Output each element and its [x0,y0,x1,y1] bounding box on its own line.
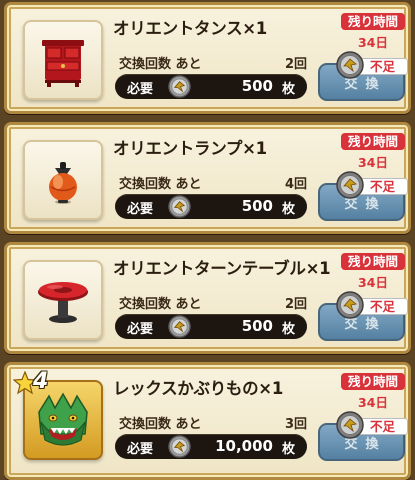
cost-label: 必要 [127,322,154,337]
shortage-label: 不足 [370,59,396,74]
time-remaining-badge: 残り時間 [341,373,405,390]
rarity-value: 4 [33,369,49,394]
cost-bar: 必要 10,000 枚 [115,434,307,459]
cost-label: 必要 [127,442,154,457]
cost-value: 500 [241,317,273,335]
exchange-remaining-label: 交換回数 あと [119,57,202,72]
medal-coin-icon [168,195,191,218]
cost-label: 必要 [127,82,154,97]
item-name: オリエントランプ×1 [113,139,267,158]
exchange-item-card[interactable]: 4 レックスかぶりもの×1 交換回数 あと 3回 必要 10,000 枚 残り時… [4,362,411,480]
time-remaining-value: 34日 [358,275,388,290]
shortage-label: 不足 [370,299,396,314]
orient-lamp-icon [49,162,77,204]
exchange-remaining-count: 2回 [284,57,307,72]
medal-coin-icon [336,51,364,79]
cost-bar: 必要 500 枚 [115,74,307,99]
cost-unit: 枚 [281,442,295,457]
item-thumbnail[interactable] [23,140,103,220]
exchange-remaining-label: 交換回数 あと [119,177,202,192]
exchange-remaining-label: 交換回数 あと [119,297,202,312]
cost-value: 500 [241,197,273,215]
medal-coin-icon [336,171,364,199]
cost-unit: 枚 [281,82,295,97]
item-name: レックスかぶりもの×1 [113,379,284,398]
shortage-label: 不足 [370,419,396,434]
exchange-list: オリエントタンス×1 交換回数 あと 2回 必要 500 枚 残り時間 34日 … [0,0,415,480]
shortage-indicator: 不足 [336,51,408,79]
exchange-item-card[interactable]: オリエントランプ×1 交換回数 あと 4回 必要 500 枚 残り時間 34日 … [4,122,411,234]
exchange-item-card[interactable]: オリエントターンテーブル×1 交換回数 あと 2回 必要 500 枚 残り時間 … [4,242,411,354]
cost-unit: 枚 [281,322,295,337]
cost-label: 必要 [127,202,154,217]
exchange-remaining-count: 2回 [284,297,307,312]
time-remaining-badge: 残り時間 [341,253,405,270]
exchange-remaining-label: 交換回数 あと [119,417,202,432]
shortage-indicator: 不足 [336,171,408,199]
time-remaining-badge: 残り時間 [341,133,405,150]
rarity-star-badge: 4 [13,369,55,399]
exchange-remaining-count: 4回 [284,177,307,192]
medal-coin-icon [336,411,364,439]
medal-coin-icon [168,75,191,98]
cost-unit: 枚 [281,202,295,217]
item-thumbnail[interactable] [23,260,103,340]
medal-coin-icon [168,435,191,458]
shortage-indicator: 不足 [336,411,408,439]
item-name: オリエントタンス×1 [113,19,267,38]
shortage-indicator: 不足 [336,291,408,319]
cost-bar: 必要 500 枚 [115,314,307,339]
cost-value: 500 [241,77,273,95]
red-turntable-icon [38,282,88,323]
exchange-remaining-count: 3回 [284,417,307,432]
time-remaining-value: 34日 [358,35,388,50]
medal-coin-icon [168,315,191,338]
cost-bar: 必要 500 枚 [115,194,307,219]
time-remaining-value: 34日 [358,155,388,170]
item-name: オリエントターンテーブル×1 [113,259,331,278]
time-remaining-badge: 残り時間 [341,13,405,30]
medal-coin-icon [336,291,364,319]
red-cabinet-icon [42,40,84,87]
item-thumbnail[interactable] [23,20,103,100]
time-remaining-value: 34日 [358,395,388,410]
cost-value: 10,000 [215,437,273,455]
exchange-item-card[interactable]: オリエントタンス×1 交換回数 あと 2回 必要 500 枚 残り時間 34日 … [4,2,411,114]
shortage-label: 不足 [370,179,396,194]
